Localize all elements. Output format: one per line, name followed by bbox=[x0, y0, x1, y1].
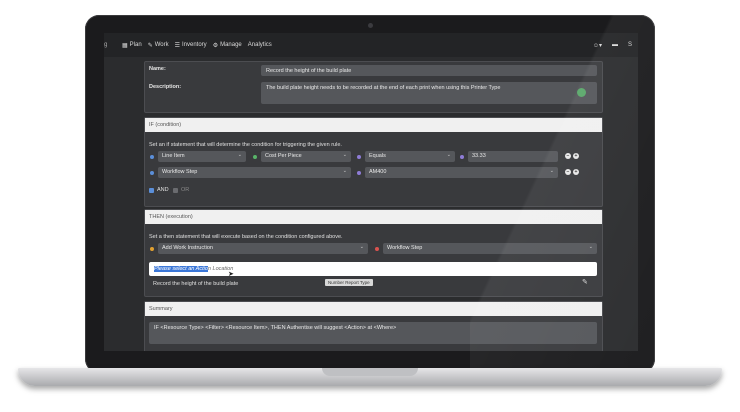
edit-icon[interactable]: ✎ bbox=[582, 278, 588, 286]
location-select[interactable]: Workflow Step ⌄ bbox=[383, 243, 597, 254]
resource-type-select-2[interactable]: Workflow Step ⌄ bbox=[158, 167, 351, 178]
then-instruction: Set a then statement that will execute b… bbox=[149, 234, 343, 240]
filter-field-select[interactable]: Cost Per Piece ⌄ bbox=[261, 151, 351, 162]
work-instruction-text: Record the height of the build plate bbox=[153, 281, 239, 287]
action-location-placeholder: Please select an Action Location bbox=[154, 266, 233, 272]
calendar-icon: ▦ bbox=[122, 42, 128, 49]
chevron-down-icon: ⌄ bbox=[237, 152, 242, 158]
operator-dot bbox=[357, 155, 361, 159]
summary-panel: Summary IF <Resource Type> <Filter> <Res… bbox=[144, 301, 603, 351]
nav-plan-label: Plan bbox=[129, 42, 142, 48]
description-label: Description: bbox=[149, 84, 182, 90]
summary-text: IF <Resource Type> <Filter> <Resource It… bbox=[154, 325, 397, 331]
webcam bbox=[368, 23, 373, 28]
location-dot bbox=[375, 247, 379, 251]
chevron-down-icon: ⌄ bbox=[446, 152, 451, 158]
value-select-2[interactable]: AM400 ⌄ bbox=[365, 167, 558, 178]
location-value: Workflow Step bbox=[387, 245, 423, 251]
nav-analytics-label: Analytics bbox=[247, 42, 272, 48]
nav-work[interactable]: ✎ Work bbox=[148, 42, 169, 49]
top-navbar: g ▦ Plan ✎ Work ☰ Inventory ⚙ Manage Ana… bbox=[104, 33, 638, 57]
rule-details-panel: Name: Record the height of the build pla… bbox=[144, 61, 603, 113]
nav-manage[interactable]: ⚙ Manage bbox=[213, 42, 242, 49]
action-value: Add Work Instruction bbox=[162, 245, 213, 251]
filter-dot bbox=[253, 155, 257, 159]
chevron-down-icon: ⌄ bbox=[342, 168, 347, 174]
or-label: OR bbox=[181, 187, 190, 193]
resource-type-value-2: Workflow Step bbox=[162, 169, 198, 175]
mouse-cursor-icon: ➤ bbox=[228, 271, 234, 278]
app-screen: g ▦ Plan ✎ Work ☰ Inventory ⚙ Manage Ana… bbox=[104, 33, 638, 351]
list-icon: ☰ bbox=[174, 42, 180, 49]
wrench-icon: ✎ bbox=[147, 42, 153, 49]
chevron-down-icon: ⌄ bbox=[549, 168, 554, 174]
name-label: Name: bbox=[149, 66, 166, 72]
filter-field-value: Cost Per Piece bbox=[265, 153, 302, 159]
nav-manage-label: Manage bbox=[220, 42, 242, 48]
chevron-down-icon: ⌄ bbox=[588, 244, 593, 250]
remove-condition-icon[interactable]: − bbox=[565, 153, 571, 159]
user-menu-icon[interactable]: ☺▾ bbox=[593, 42, 602, 49]
and-label: AND bbox=[157, 187, 169, 193]
action-select[interactable]: Add Work Instruction ⌄ bbox=[158, 243, 368, 254]
if-instruction: Set an if statement that will determine … bbox=[149, 142, 342, 148]
value-text: 33.33 bbox=[472, 153, 486, 159]
description-textarea[interactable]: The build plate height needs to be recor… bbox=[261, 82, 597, 104]
remove-condition-icon-2[interactable]: − bbox=[565, 169, 571, 175]
action-dot bbox=[150, 247, 154, 251]
then-section-title: THEN (execution) bbox=[145, 210, 602, 224]
value-dot bbox=[460, 155, 464, 159]
if-section-title: IF (condition) bbox=[145, 118, 602, 132]
nav-inventory[interactable]: ☰ Inventory bbox=[175, 42, 207, 49]
resource-type-dot bbox=[150, 155, 154, 159]
name-input[interactable]: Record the height of the build plate bbox=[261, 65, 597, 76]
summary-textarea[interactable]: IF <Resource Type> <Filter> <Resource It… bbox=[149, 322, 597, 344]
value-text-2: AM400 bbox=[369, 169, 387, 175]
flag-icon[interactable]: ▬ bbox=[612, 42, 618, 49]
placeholder-highlight: Please select an Actio bbox=[154, 266, 208, 272]
action-location-input[interactable]: Please select an Action Location bbox=[149, 262, 597, 276]
and-checkbox[interactable] bbox=[149, 188, 154, 193]
operator-select[interactable]: Equals ⌄ bbox=[365, 151, 455, 162]
or-checkbox[interactable] bbox=[173, 188, 178, 193]
gear-icon: ⚙ bbox=[212, 42, 219, 49]
nav-extra[interactable]: S bbox=[628, 42, 632, 49]
app-logo[interactable]: g bbox=[104, 42, 116, 48]
resource-type-dot-2 bbox=[150, 171, 154, 175]
resource-type-select[interactable]: Line Item ⌄ bbox=[158, 151, 246, 162]
value-dot-2 bbox=[357, 171, 361, 175]
grammar-assist-icon[interactable] bbox=[577, 88, 586, 97]
nav-inventory-label: Inventory bbox=[182, 42, 207, 48]
chevron-down-icon: ⌄ bbox=[342, 152, 347, 158]
operator-value: Equals bbox=[369, 153, 386, 159]
summary-title: Summary bbox=[145, 302, 602, 316]
then-execution-panel: THEN (execution) Set a then statement th… bbox=[144, 209, 603, 297]
description-text: The build plate height needs to be recor… bbox=[266, 85, 501, 91]
chevron-down-icon: ⌄ bbox=[359, 244, 364, 250]
add-condition-icon[interactable]: + bbox=[573, 153, 579, 159]
add-condition-icon-2[interactable]: + bbox=[573, 169, 579, 175]
report-type-badge: Number Report Type bbox=[325, 279, 373, 286]
nav-plan[interactable]: ▦ Plan bbox=[122, 42, 142, 49]
nav-analytics[interactable]: Analytics bbox=[248, 42, 272, 48]
laptop-notch bbox=[322, 368, 418, 376]
resource-type-value: Line Item bbox=[162, 153, 185, 159]
nav-work-label: Work bbox=[154, 42, 169, 48]
value-input[interactable]: 33.33 bbox=[468, 151, 558, 162]
if-condition-panel: IF (condition) Set an if statement that … bbox=[144, 117, 603, 207]
